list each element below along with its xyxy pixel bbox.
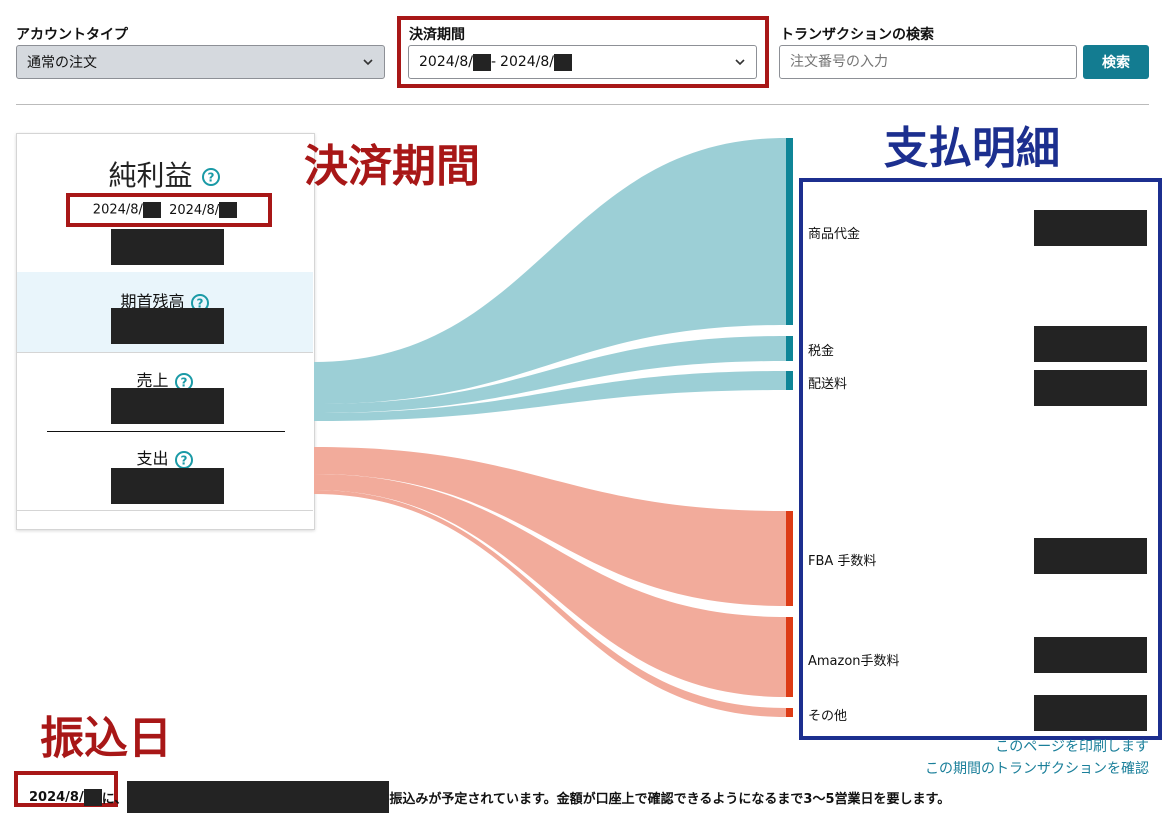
footer-message: 2024/8/ に、 振込みが予定されています。金額が口座上で確認できるようにな… <box>29 781 950 813</box>
bar-other <box>786 708 793 717</box>
view-transactions-link[interactable]: この期間のトランザクションを確認 <box>925 758 1149 778</box>
print-page-link[interactable]: このページを印刷します <box>995 736 1149 756</box>
annotation-settlement-period: 決済期間 <box>304 141 480 192</box>
redacted-amount <box>127 781 390 813</box>
bar-fba-fee <box>786 511 793 606</box>
footer-text: 振込みが予定されています。金額が口座上で確認できるようになるまで3〜5営業日を要… <box>389 791 951 807</box>
footer-date: 2024/8/ <box>29 789 84 805</box>
footer-connector: に、 <box>101 791 128 807</box>
redacted-day <box>83 788 102 806</box>
bar-amazon-fee <box>786 617 793 697</box>
payment-details-highlight <box>799 178 1162 740</box>
bar-shipping <box>786 371 793 390</box>
annotation-payment-details: 支払明細 <box>884 123 1060 174</box>
bar-tax <box>786 336 793 361</box>
bar-product-price <box>786 138 793 325</box>
annotation-transfer-date: 振込日 <box>40 713 172 764</box>
